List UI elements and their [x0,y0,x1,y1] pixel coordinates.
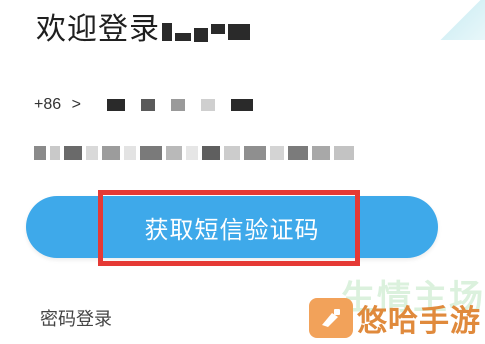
country-code[interactable]: +86 > [34,96,81,114]
welcome-header: 欢迎登录 [36,10,250,50]
get-sms-code-label: 获取短信验证码 [144,215,320,244]
chevron-right-icon: > [71,96,81,113]
mosaic-block [194,28,208,42]
mosaic-block [140,99,155,111]
mosaic-block [270,146,284,160]
mosaic-block [170,99,185,111]
mosaic-block [50,146,60,160]
mosaic-block [162,23,172,41]
country-code-value: +86 [34,96,62,113]
mosaic-block [102,146,120,160]
mosaic-block [202,146,220,160]
mosaic-block [228,24,250,40]
mosaic-block [211,24,225,34]
mosaic-block [86,146,98,160]
username-mosaic [162,22,250,42]
mosaic-block [224,146,240,160]
mosaic-block [166,146,182,160]
watermark-brand-text: 悠哈手游 [357,304,481,339]
password-login-link[interactable]: 密码登录 [40,305,112,331]
mosaic-block [244,146,266,160]
mosaic-block [312,146,330,160]
watermark-logo-icon [309,298,353,338]
mosaic-block [124,146,136,160]
mosaic-block [200,99,215,111]
mosaic-block [334,146,354,160]
mosaic-block [175,33,191,41]
get-sms-code-button[interactable]: 获取短信验证码 [26,196,438,258]
mosaic-block [186,146,198,160]
phone-input-row[interactable]: +86 > [34,96,253,114]
mosaic-block [140,146,162,160]
mosaic-block [34,146,46,160]
mosaic-block [64,146,82,160]
mosaic-block [288,146,308,160]
page-title: 欢迎登录 [36,12,160,47]
mosaic-block [106,99,125,111]
phone-number-masked [106,99,253,111]
brush-icon [322,309,340,327]
mosaic-block [230,99,253,111]
corner-decoration [425,0,485,40]
verification-code-field-masked[interactable] [34,138,364,168]
watermark: 悠哈手游 [309,296,481,340]
